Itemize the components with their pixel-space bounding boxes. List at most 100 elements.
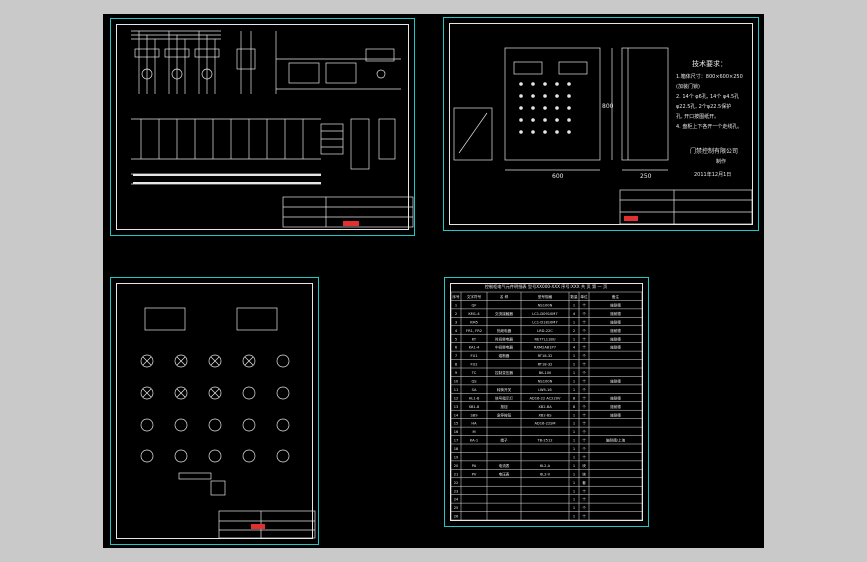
bom-cell: 6L2-A	[540, 464, 551, 468]
bom-cell: 施耐德	[610, 345, 621, 350]
bom-cell: 4	[573, 346, 576, 350]
bom-cell: QS	[471, 380, 477, 384]
bom-cell: 1	[573, 456, 575, 460]
bom-cell: LRD-22C	[537, 329, 553, 333]
bom-cell: 个	[582, 404, 586, 409]
bom-cell: 信号指示灯	[495, 395, 513, 400]
bom-cell: SA	[472, 388, 477, 392]
bom-cell: 4	[455, 329, 458, 333]
bom-cell: 个	[582, 455, 586, 460]
note-5: 孔, 开口按图纸开。	[676, 113, 719, 120]
bom-cell: 个	[582, 421, 586, 426]
bom-cell: HA	[471, 422, 477, 426]
bom-cell: 个	[582, 412, 586, 417]
bom-cell: 8	[573, 396, 576, 400]
bom-cell: 交流接触器	[495, 311, 513, 316]
bom-cell: 1	[573, 304, 575, 308]
bom-cell: 个	[582, 328, 586, 333]
bom-cell: 施耐德	[610, 379, 621, 384]
note-1: 1.箱体尺寸：800×600×250	[676, 73, 743, 80]
bom-cell: 个	[582, 345, 586, 350]
bom-title: 控制柜电气元件明细表 型号XX000-XXX 序号:XXX 共 页 第 一 页	[485, 283, 608, 290]
bom-cell: 施耐德	[610, 395, 621, 400]
bom-cell: 转换开关	[497, 387, 512, 392]
bom-cell: NS100N	[538, 304, 553, 308]
bom-cell: RE7TL11BU	[535, 337, 556, 341]
bom-cell: KM1-4	[468, 312, 480, 316]
bom-cell: 个	[582, 488, 586, 493]
bom-cell: HL1-8	[469, 396, 480, 400]
drawing-canvas: 600 800 250 技术要求： 1.箱体尺寸：800×600×250 (加装…	[103, 14, 764, 548]
bom-cell: 急停按钮	[497, 412, 512, 417]
bom-header-cell: 序号	[452, 294, 460, 299]
bom-cell: 17	[454, 439, 459, 443]
note-4: φ22.5孔, 2个φ22.5保护	[676, 103, 731, 110]
bom-cell: 1	[573, 413, 575, 417]
note-2: (加装门锁)	[676, 83, 700, 90]
bom-cell: 施耐德	[610, 336, 621, 341]
bom-cell: M	[472, 430, 475, 434]
bom-cell: 个	[582, 438, 586, 443]
bom-cell: AD16-22 AC220V	[529, 396, 561, 400]
bom-cell: 块	[582, 463, 586, 468]
bom-cell: 6	[455, 346, 458, 350]
bom-cell: 个	[582, 379, 586, 384]
bom-cell: 施耐德	[610, 404, 621, 409]
bom-cell: LW5-16	[538, 388, 552, 392]
bom-cell: 1	[573, 515, 575, 519]
bom-cell: KA-1	[470, 439, 478, 443]
bom-cell: 个	[582, 336, 586, 341]
note-6: 4. 盘柜上下各开一个走线孔。	[676, 123, 742, 130]
author: 制作	[716, 158, 726, 165]
bom-cell: 个	[582, 387, 586, 392]
bom-cell: 12	[454, 396, 459, 400]
bom-cell: 3	[455, 320, 457, 324]
bom-header-cell: 数量	[570, 294, 578, 299]
bom-cell: RT18-32	[538, 354, 553, 358]
bom-cell: 25	[454, 506, 459, 510]
bom-cell: 个	[582, 311, 586, 316]
bom-cell: 20	[454, 464, 459, 468]
bom-cell: 个	[582, 395, 586, 400]
bom-cell: 施耐德/上海	[606, 438, 626, 443]
bom-cell: 22	[454, 481, 459, 485]
bom-cell: 19	[454, 456, 459, 460]
bom-cell: 控制变压器	[495, 370, 513, 375]
bom-cell: PV	[472, 472, 477, 476]
bom-cell: 套	[582, 480, 586, 485]
bom-cell: 个	[582, 370, 586, 375]
bom-cell: 10	[454, 380, 459, 384]
bom-cell: PA	[472, 464, 477, 468]
bom-cell: 按钮	[500, 404, 508, 409]
bom-cell: 时间继电器	[495, 336, 513, 341]
dim-depth: 250	[640, 173, 652, 180]
bom-cell: 1	[573, 481, 575, 485]
bom-cell: 1	[573, 354, 575, 358]
sheet-schematic	[110, 18, 415, 236]
bom-cell: 8	[455, 363, 458, 367]
bom-cell: 1	[573, 439, 575, 443]
dim-width: 600	[552, 173, 564, 180]
bom-cell: 8	[573, 405, 576, 409]
bom-cell: 13	[454, 405, 459, 409]
notes-title: 技术要求：	[692, 59, 727, 68]
bom-cell: 1	[573, 371, 575, 375]
bom-cell: 1	[455, 304, 457, 308]
bom-cell: 电压表	[499, 471, 510, 476]
bom-cell: KT	[472, 337, 477, 341]
bom-cell: LC1-D1810M7	[532, 320, 557, 324]
bom-cell: 16	[454, 430, 459, 434]
sheet-bom: 控制柜电气元件明细表 型号XX000-XXX 序号:XXX 共 页 第 一 页 …	[444, 277, 649, 527]
bom-cell: 1	[573, 489, 575, 493]
company-name: 门禁控制有限公司	[690, 147, 738, 155]
bom-cell: 2	[455, 312, 457, 316]
bom-cell: 26	[454, 515, 459, 519]
bom-cell: 1	[573, 337, 575, 341]
bom-cell: 1	[573, 447, 575, 451]
bom-cell: SB1-8	[469, 405, 480, 409]
bom-cell: 9	[455, 371, 458, 375]
dim-height: 800	[602, 103, 614, 110]
bom-cell: 施耐德	[610, 328, 621, 333]
bom-cell: 个	[582, 362, 586, 367]
note-3: 2. 14个 φ6孔, 14个 φ4.5孔	[676, 93, 739, 100]
